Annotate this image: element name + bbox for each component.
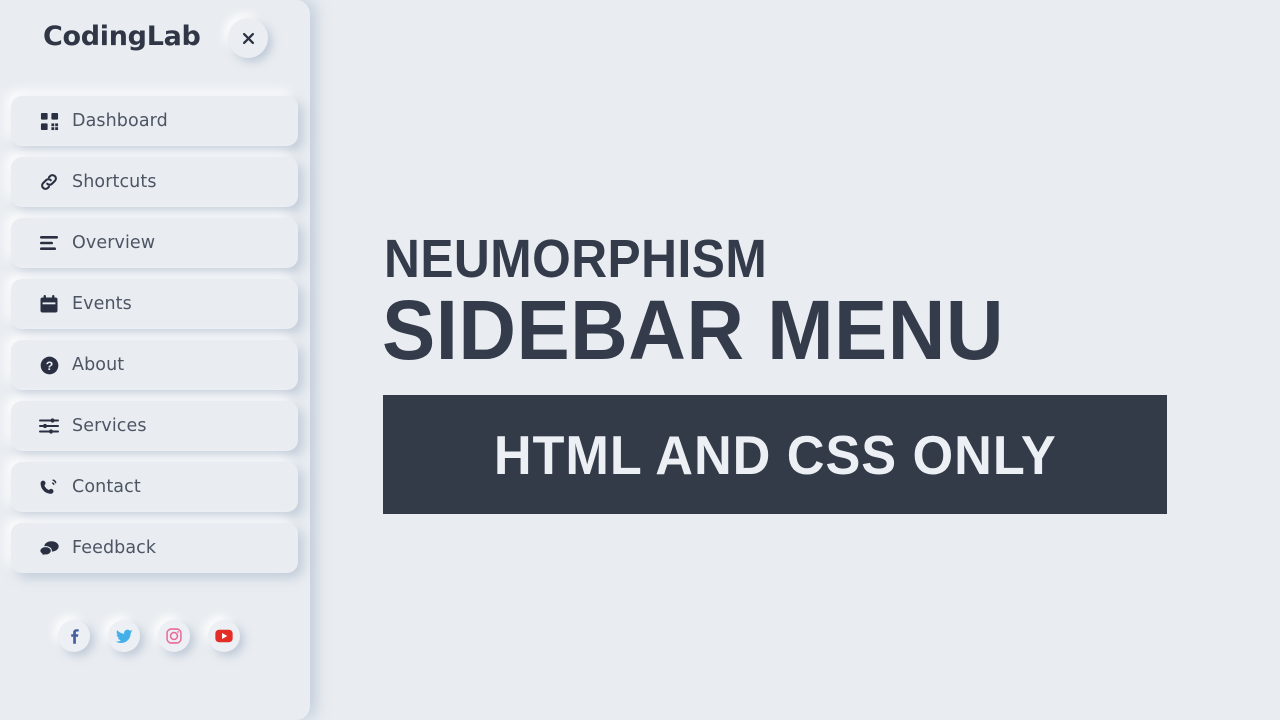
link-chain-icon xyxy=(36,169,62,195)
sidebar-item-label: Services xyxy=(72,416,147,436)
svg-text:?: ? xyxy=(45,359,53,373)
close-icon xyxy=(241,31,256,46)
screen: CodingLab Dashboard Shortcuts Overview E… xyxy=(0,0,1280,720)
brand-logo: CodingLab xyxy=(43,21,201,52)
youtube-icon xyxy=(215,629,233,643)
chat-bubbles-icon xyxy=(36,535,62,561)
social-link-facebook[interactable] xyxy=(58,620,90,652)
grid-dashboard-icon xyxy=(36,108,62,134)
sidebar-item-events[interactable]: Events xyxy=(11,279,298,329)
social-link-instagram[interactable] xyxy=(158,620,190,652)
social-links xyxy=(0,620,310,652)
social-link-twitter[interactable] xyxy=(108,620,140,652)
tech-banner-label: HTML AND CSS ONLY xyxy=(493,423,1057,486)
sidebar-item-label: Shortcuts xyxy=(72,172,157,192)
sidebar-item-contact[interactable]: Contact xyxy=(11,462,298,512)
tech-banner: HTML AND CSS ONLY xyxy=(383,395,1167,514)
sidebar-item-overview[interactable]: Overview xyxy=(11,218,298,268)
sliders-icon xyxy=(36,413,62,439)
sidebar-item-services[interactable]: Services xyxy=(11,401,298,451)
sidebar-header: CodingLab xyxy=(0,0,310,76)
sidebar-item-label: About xyxy=(72,355,125,375)
headline-subtitle: NEUMORPHISM xyxy=(384,229,768,289)
sidebar-item-shortcuts[interactable]: Shortcuts xyxy=(11,157,298,207)
social-link-youtube[interactable] xyxy=(208,620,240,652)
question-circle-icon: ? xyxy=(36,352,62,378)
sidebar-item-label: Events xyxy=(72,294,132,314)
twitter-icon xyxy=(115,629,133,644)
facebook-icon xyxy=(67,628,82,644)
sidebar-item-label: Dashboard xyxy=(72,111,168,131)
calendar-icon xyxy=(36,291,62,317)
headline-title: SIDEBAR MENU xyxy=(382,283,1004,377)
sidebar-item-dashboard[interactable]: Dashboard xyxy=(11,96,298,146)
sidebar-item-feedback[interactable]: Feedback xyxy=(11,523,298,573)
sidebar-item-label: Contact xyxy=(72,477,141,497)
sidebar: CodingLab Dashboard Shortcuts Overview E… xyxy=(0,0,310,720)
sidebar-item-label: Feedback xyxy=(72,538,157,558)
sidebar-item-about[interactable]: ? About xyxy=(11,340,298,390)
sidebar-item-label: Overview xyxy=(72,233,156,253)
close-sidebar-button[interactable] xyxy=(228,18,268,58)
main-content: NEUMORPHISM SIDEBAR MENU HTML AND CSS ON… xyxy=(310,0,1280,720)
sidebar-menu: Dashboard Shortcuts Overview Events ? Ab… xyxy=(0,96,310,584)
instagram-icon xyxy=(166,628,182,644)
list-lines-icon xyxy=(36,230,62,256)
phone-ring-icon xyxy=(36,474,62,500)
